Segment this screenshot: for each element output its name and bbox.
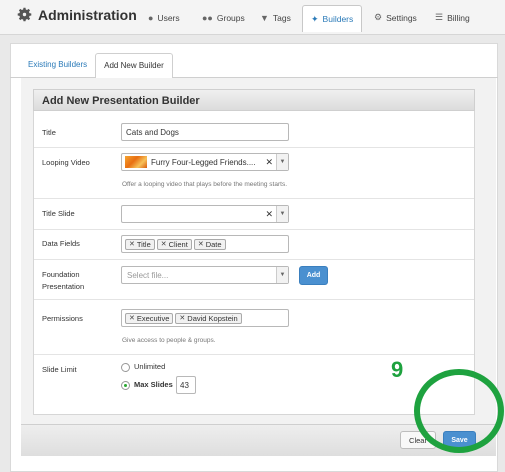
builder-tabs: Existing Builders Add New Builder bbox=[20, 53, 173, 78]
looping-video-label: Looping Video bbox=[42, 158, 90, 167]
tab-existing-builders[interactable]: Existing Builders bbox=[20, 53, 95, 77]
data-field-tag[interactable]: ✕ Title bbox=[125, 238, 155, 250]
nav-users-label: Users bbox=[157, 12, 180, 23]
unlimited-label: Unlimited bbox=[134, 362, 166, 371]
unlimited-radio[interactable] bbox=[121, 363, 130, 372]
row-divider bbox=[34, 299, 474, 300]
max-slides-label: Max Slides bbox=[134, 380, 173, 389]
nav-builders[interactable]: ✦ Builders bbox=[302, 5, 363, 32]
remove-icon[interactable]: ✕ bbox=[161, 240, 167, 248]
nav-billing-label: Billing bbox=[447, 12, 470, 23]
max-slides-radio[interactable] bbox=[121, 381, 130, 390]
title-input[interactable]: Cats and Dogs bbox=[121, 123, 289, 141]
form-header: Add New Presentation Builder bbox=[33, 89, 475, 111]
max-slides-input[interactable]: 43 bbox=[176, 376, 196, 394]
nav-users[interactable]: ● Users bbox=[140, 5, 188, 30]
remove-icon[interactable]: ✕ bbox=[198, 240, 204, 248]
wrench-icon: ✦ bbox=[311, 13, 319, 24]
remove-icon[interactable]: ✕ bbox=[129, 314, 135, 322]
looping-video-value: Furry Four-Legged Friends.... bbox=[151, 157, 256, 167]
nav-billing[interactable]: ☰ Billing bbox=[427, 5, 478, 30]
annotation-step-number: 9 bbox=[391, 357, 404, 382]
tab-add-new-builder[interactable]: Add New Builder bbox=[95, 53, 173, 78]
title-slide-label: Title Slide bbox=[42, 209, 75, 218]
foundation-label-line1: Foundation bbox=[42, 270, 80, 279]
tag-label: David Kopstein bbox=[187, 313, 238, 323]
nav-groups-label: Groups bbox=[216, 12, 245, 23]
foundation-file-select[interactable]: Select file... ▼ bbox=[121, 266, 289, 284]
permissions-help: Give access to people & groups. bbox=[122, 337, 216, 344]
nav-groups[interactable]: ●● Groups bbox=[194, 5, 253, 30]
foundation-label-line2: Presentation bbox=[42, 282, 85, 291]
user-icon: ● bbox=[148, 12, 154, 23]
nav-settings-label: Settings bbox=[386, 12, 417, 23]
title-label: Title bbox=[42, 128, 56, 137]
data-field-tag[interactable]: ✕ Date bbox=[193, 238, 226, 250]
brand: Administration bbox=[16, 6, 137, 23]
data-fields-label: Data Fields bbox=[42, 239, 80, 248]
title-slide-select[interactable]: ✕ ▼ bbox=[121, 205, 289, 223]
row-divider bbox=[34, 198, 474, 199]
groups-icon: ●● bbox=[202, 12, 213, 23]
permissions-input[interactable]: ✕ Executive ✕ David Kopstein bbox=[121, 309, 289, 327]
permissions-label: Permissions bbox=[42, 314, 83, 323]
app-title: Administration bbox=[38, 6, 137, 23]
clear-icon[interactable]: ✕ bbox=[265, 157, 273, 168]
data-fields-input[interactable]: ✕ Title ✕ Client ✕ Date bbox=[121, 235, 289, 253]
tag-label: Title bbox=[136, 239, 151, 249]
permission-tag[interactable]: ✕ David Kopstein bbox=[175, 312, 242, 324]
chevron-down-icon[interactable]: ▼ bbox=[276, 267, 288, 283]
row-divider bbox=[34, 229, 474, 230]
nav-builders-label: Builders bbox=[322, 14, 354, 24]
billing-icon: ☰ bbox=[435, 12, 444, 22]
looping-video-select[interactable]: Furry Four-Legged Friends.... ✕ ▼ bbox=[121, 153, 289, 171]
tag-label: Date bbox=[205, 239, 222, 249]
row-divider bbox=[34, 259, 474, 260]
foundation-placeholder: Select file... bbox=[127, 270, 169, 280]
chevron-down-icon[interactable]: ▼ bbox=[276, 154, 288, 170]
tag-label: Executive bbox=[136, 313, 170, 323]
nav-tags[interactable]: ▼ Tags bbox=[252, 5, 299, 30]
tag-icon: ▼ bbox=[260, 12, 269, 23]
nav-settings[interactable]: ⚙ Settings bbox=[366, 5, 425, 30]
row-divider bbox=[34, 147, 474, 148]
remove-icon[interactable]: ✕ bbox=[179, 314, 185, 322]
gears-icon: ⚙ bbox=[374, 12, 383, 22]
slide-limit-label: Slide Limit bbox=[42, 365, 77, 374]
tag-label: Client bbox=[168, 239, 188, 249]
data-field-tag[interactable]: ✕ Client bbox=[156, 238, 192, 250]
add-foundation-button[interactable]: Add bbox=[299, 266, 328, 285]
clear-icon[interactable]: ✕ bbox=[265, 209, 273, 220]
video-thumbnail bbox=[125, 156, 147, 168]
annotation-highlight-circle bbox=[414, 369, 504, 453]
nav-tags-label: Tags bbox=[272, 12, 291, 23]
looping-video-help: Offer a looping video that plays before … bbox=[122, 181, 288, 188]
remove-icon[interactable]: ✕ bbox=[129, 240, 135, 248]
row-divider bbox=[34, 354, 474, 355]
foundation-label: Foundation Presentation bbox=[42, 269, 84, 293]
permission-tag[interactable]: ✕ Executive bbox=[125, 312, 174, 324]
chevron-down-icon[interactable]: ▼ bbox=[276, 206, 288, 222]
form-heading: Add New Presentation Builder bbox=[42, 95, 200, 107]
gear-icon bbox=[17, 7, 32, 22]
